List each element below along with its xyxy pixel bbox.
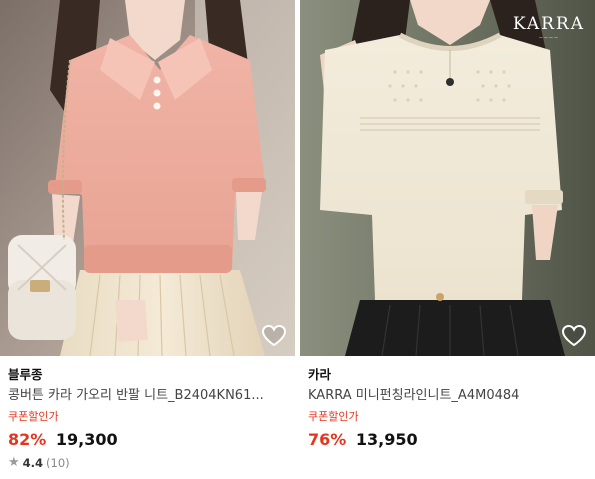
star-icon: ★ [8,455,20,470]
sale-price: 19,300 [55,430,118,449]
brand-logo-text: KARRA [512,14,585,34]
product-image[interactable] [0,0,295,356]
product-photo [0,0,295,356]
price-row: 82% 19,300 [8,429,295,451]
product-image[interactable]: KARRA ———— [300,0,595,356]
product-grid: 블루종 콩버튼 카라 가오리 반팔 니트_B2404KN61... 쿠폰할인가 … [0,0,595,479]
rating: ★ 4.4 (10) [8,454,295,472]
brand-name[interactable]: 블루종 [8,366,295,384]
coupon-price-label: 쿠폰할인가 [8,410,59,423]
review-count: (10) [46,456,70,470]
coupon-price-label: 쿠폰할인가 [308,410,359,423]
product-title[interactable]: 콩버튼 카라 가오리 반팔 니트_B2404KN61... [8,387,283,405]
product-title[interactable]: KARRA 미니펀칭라인니트_A4M0484 [308,387,583,405]
product-photo [300,0,595,356]
product-info: 카라 KARRA 미니펀칭라인니트_A4M0484 쿠폰할인가 76% 13,9… [300,366,595,451]
product-card[interactable]: KARRA ———— 카라 KARRA 미니펀칭라인니트_A4M0484 쿠폰할… [300,0,595,479]
product-info: 블루종 콩버튼 카라 가오리 반팔 니트_B2404KN61... 쿠폰할인가 … [0,366,295,472]
rating-score: 4.4 [22,456,44,470]
discount-rate: 82% [8,430,47,449]
brand-name[interactable]: 카라 [308,366,595,384]
product-card[interactable]: 블루종 콩버튼 카라 가오리 반팔 니트_B2404KN61... 쿠폰할인가 … [0,0,295,479]
sale-price: 13,950 [355,430,418,449]
brand-logo-subtext: ———— [538,35,559,40]
brand-logo: KARRA ———— [513,14,585,40]
heart-icon[interactable] [561,324,587,348]
price-row: 76% 13,950 [308,429,595,451]
discount-rate: 76% [308,430,347,449]
heart-icon[interactable] [261,324,287,348]
